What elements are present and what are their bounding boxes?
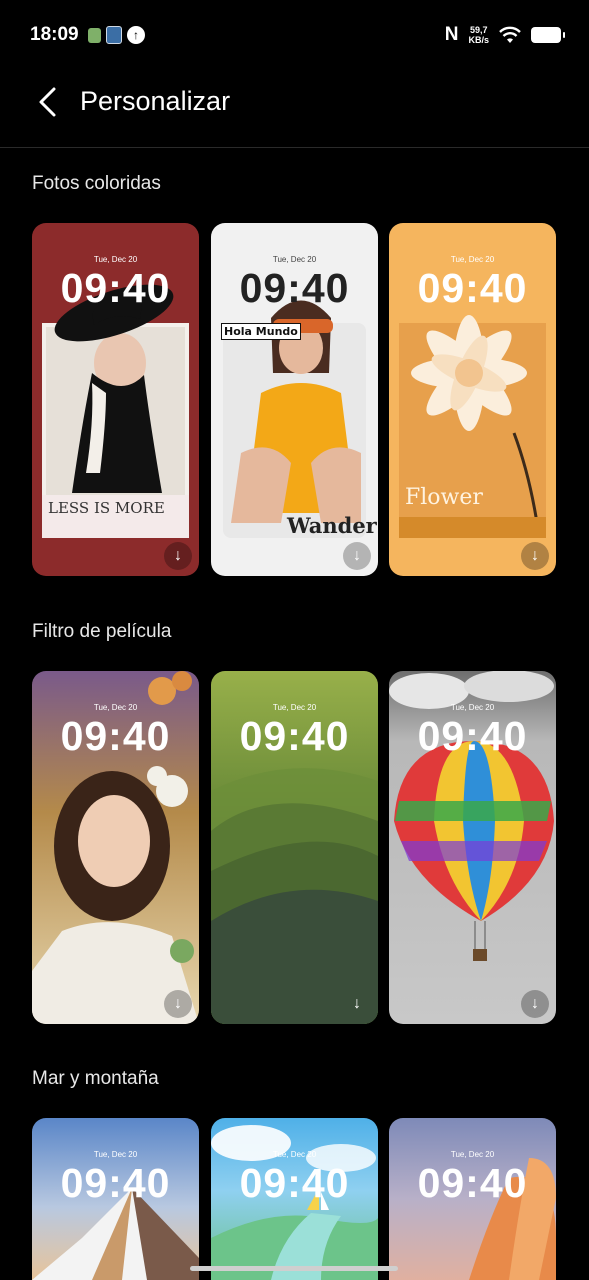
lockscreen-time: 09:40: [417, 713, 528, 759]
download-icon: ↓: [353, 995, 361, 1012]
section-title-fotos-coloridas: Fotos coloridas: [32, 173, 161, 194]
download-button[interactable]: ↓: [164, 542, 192, 570]
download-button[interactable]: ↓: [521, 990, 549, 1018]
lockscreen-date: Tue, Dec 20: [272, 703, 317, 712]
section-title-filtro-de-pelicula: Filtro de película: [32, 621, 172, 642]
wallpaper-card[interactable]: Tue, Dec 20 09:40 ↓: [211, 671, 378, 1024]
section-title-mar-y-montana: Mar y montaña: [32, 1068, 159, 1089]
lockscreen-time: 09:40: [60, 1160, 171, 1206]
wallpaper-card[interactable]: Tue, Dec 20 09:40: [211, 1118, 378, 1280]
lockscreen-date: Tue, Dec 20: [450, 255, 495, 264]
lockscreen-date: Tue, Dec 20: [93, 255, 138, 264]
wallpaper-card[interactable]: Tue, Dec 20 09:40 ↓: [32, 671, 199, 1024]
wallpaper-badge: Hola Mundo: [221, 323, 301, 340]
notification-icons: ↑: [88, 26, 145, 44]
download-icon: ↓: [531, 995, 539, 1012]
lockscreen-time: 09:40: [417, 1160, 528, 1206]
wallpaper-card[interactable]: Tue, Dec 20 09:40 LESS IS MORE ↓: [32, 223, 199, 576]
wallpaper-caption: Wander: [287, 513, 377, 538]
notification-app-icon: [88, 28, 101, 43]
status-bar: 18:09 ↑ N 59,7 KB/s: [0, 0, 589, 72]
wallpaper-card[interactable]: Tue, Dec 20 09:40 Hola Mundo Wander ↓: [211, 223, 378, 576]
battery-icon: [531, 27, 565, 43]
speed-unit: KB/s: [468, 35, 489, 45]
lockscreen-date: Tue, Dec 20: [93, 703, 138, 712]
download-button[interactable]: ↓: [343, 542, 371, 570]
lockscreen-date: Tue, Dec 20: [272, 1150, 317, 1159]
home-indicator[interactable]: [190, 1266, 398, 1271]
lockscreen-time: 09:40: [417, 265, 528, 311]
wallpaper-card[interactable]: Tue, Dec 20 09:40: [32, 1118, 199, 1280]
lockscreen-date: Tue, Dec 20: [93, 1150, 138, 1159]
lockscreen-time: 09:40: [239, 265, 350, 311]
lockscreen-date: Tue, Dec 20: [450, 703, 495, 712]
lockscreen-time: 09:40: [239, 1160, 350, 1206]
download-icon: ↓: [353, 547, 361, 564]
back-arrow-icon[interactable]: [30, 84, 66, 120]
download-icon: ↓: [174, 995, 182, 1012]
download-button[interactable]: ↓: [164, 990, 192, 1018]
lockscreen-date: Tue, Dec 20: [450, 1150, 495, 1159]
lockscreen-time: 09:40: [60, 265, 171, 311]
page-title: Personalizar: [80, 86, 231, 116]
wallpaper-card[interactable]: Tue, Dec 20 09:40 Flower ↓: [389, 223, 556, 576]
download-button[interactable]: ↓: [521, 542, 549, 570]
download-button[interactable]: ↓: [343, 990, 371, 1018]
download-icon: ↓: [531, 547, 539, 564]
notification-app-icon: [106, 26, 122, 44]
lockscreen-date: Tue, Dec 20: [272, 255, 317, 264]
lockscreen-time: 09:40: [239, 713, 350, 759]
wallpaper-card[interactable]: Tue, Dec 20 09:40 ↓: [389, 671, 556, 1024]
download-icon: ↓: [174, 547, 182, 564]
wallpaper-card[interactable]: Tue, Dec 20 09:40: [389, 1118, 556, 1280]
app-header: Personalizar: [0, 72, 589, 148]
lockscreen-time: 09:40: [60, 713, 171, 759]
status-time: 18:09: [30, 24, 79, 45]
speed-value: 59,7: [469, 25, 488, 35]
nfc-icon: N: [444, 24, 459, 45]
status-right: N 59,7 KB/s: [444, 24, 565, 46]
network-speed: 59,7 KB/s: [468, 25, 489, 45]
wallpaper-caption: Flower: [405, 485, 483, 510]
upload-icon: ↑: [127, 26, 145, 44]
wifi-icon: [499, 26, 521, 43]
wallpaper-caption: LESS IS MORE: [48, 499, 165, 517]
